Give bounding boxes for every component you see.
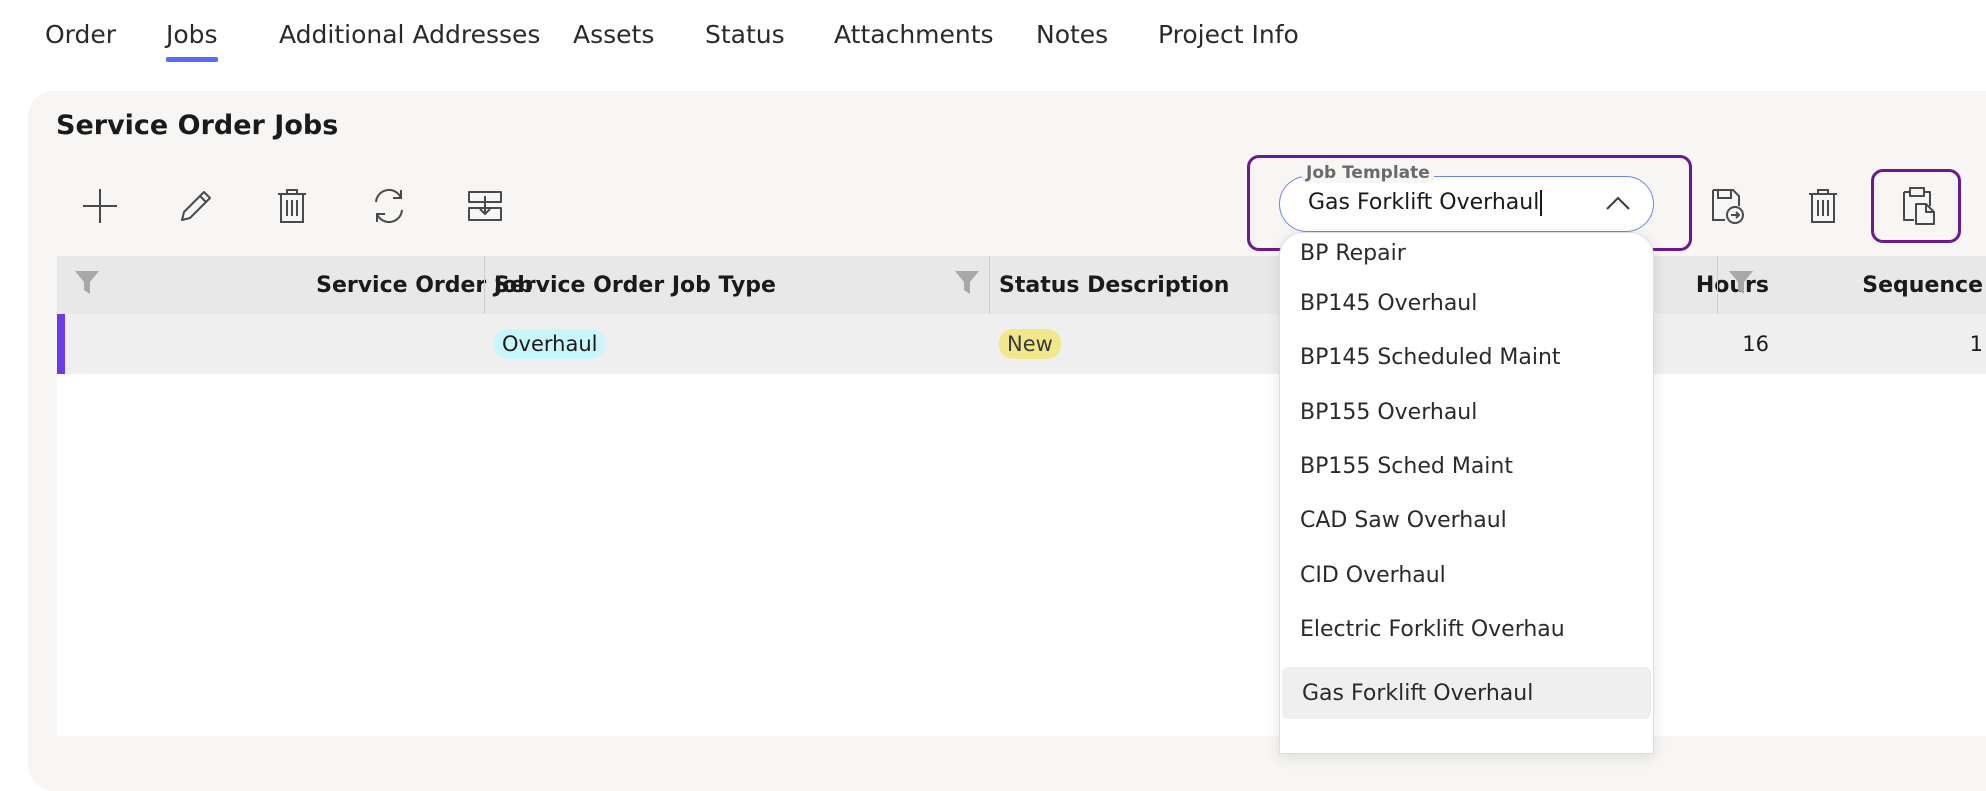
text-cursor [1540,190,1543,216]
delete-button[interactable] [264,178,320,234]
paste-template-button[interactable] [1890,178,1946,234]
tab-notes[interactable]: Notes [1036,20,1108,49]
dropdown-option[interactable]: CAD Saw Overhaul [1280,494,1653,546]
job-type-chip: Overhaul [494,329,606,359]
jobs-grid: Service Order Job Service Order Job Type… [57,256,1986,736]
tab-jobs[interactable]: Jobs [166,20,218,62]
col-sequence[interactable]: Sequence [1757,256,1983,314]
tab-additional-addresses[interactable]: Additional Addresses [279,20,540,49]
col-service-order-job[interactable]: Service Order Job [117,256,533,314]
tab-attachments[interactable]: Attachments [834,20,994,49]
dropdown-option[interactable]: BP Repair [1280,233,1653,279]
panel-title: Service Order Jobs [56,110,339,141]
save-as-template-button[interactable] [1699,178,1755,234]
filter-icon[interactable] [953,268,981,296]
trash-icon [1809,189,1837,223]
tab-bar: Order Jobs Additional Addresses Assets S… [0,0,1986,70]
edit-button[interactable] [168,178,224,234]
cell-status: New [999,314,1061,374]
filter-icon[interactable] [1727,268,1755,296]
tab-status[interactable]: Status [705,20,785,49]
import-icon [468,191,502,221]
job-template-dropdown: BP Repair BP145 Overhaul BP145 Scheduled… [1279,232,1654,754]
filter-icon[interactable] [73,268,101,296]
row-selection-marker [57,314,65,374]
delete-template-button[interactable] [1795,178,1851,234]
dropdown-option[interactable]: BP155 Sched Maint [1280,440,1653,492]
trash-icon [278,189,306,223]
refresh-button[interactable] [361,178,417,234]
pencil-icon [181,191,211,221]
job-template-value: Gas Forklift Overhaul [1308,190,1540,215]
chevron-up-icon[interactable] [1604,190,1632,218]
dropdown-option[interactable]: Electric Forklift Overhau [1280,603,1653,655]
dropdown-option[interactable]: BP155 Overhaul [1280,386,1653,438]
add-button[interactable] [72,178,128,234]
col-status-description[interactable]: Status Description [999,256,1229,314]
col-divider [484,256,485,314]
save-copy-icon [1712,189,1744,224]
import-button[interactable] [457,178,513,234]
dropdown-option-selected[interactable]: Gas Forklift Overhaul [1282,667,1651,719]
tab-order[interactable]: Order [45,20,116,49]
paste-icon [1903,187,1935,225]
dropdown-option[interactable]: BP145 Scheduled Maint [1280,331,1653,383]
status-badge: New [999,329,1061,359]
job-template-input[interactable]: Gas Forklift Overhaul [1308,190,1543,216]
col-service-order-job-type[interactable]: Service Order Job Type [494,256,776,314]
dropdown-option[interactable]: BP145 Overhaul [1280,277,1653,329]
plus-icon [83,189,117,223]
col-divider [1717,256,1718,314]
col-divider [989,256,990,314]
cell-job-type: Overhaul [494,314,606,374]
cell-sequence: 1 [1969,332,1983,356]
tab-project-info[interactable]: Project Info [1158,20,1299,49]
refresh-icon [375,188,403,224]
dropdown-option[interactable]: CID Overhaul [1280,549,1653,601]
cell-service-order-job: 1 [117,314,533,374]
job-template-label: Job Template [1302,163,1434,183]
tab-assets[interactable]: Assets [573,20,654,49]
